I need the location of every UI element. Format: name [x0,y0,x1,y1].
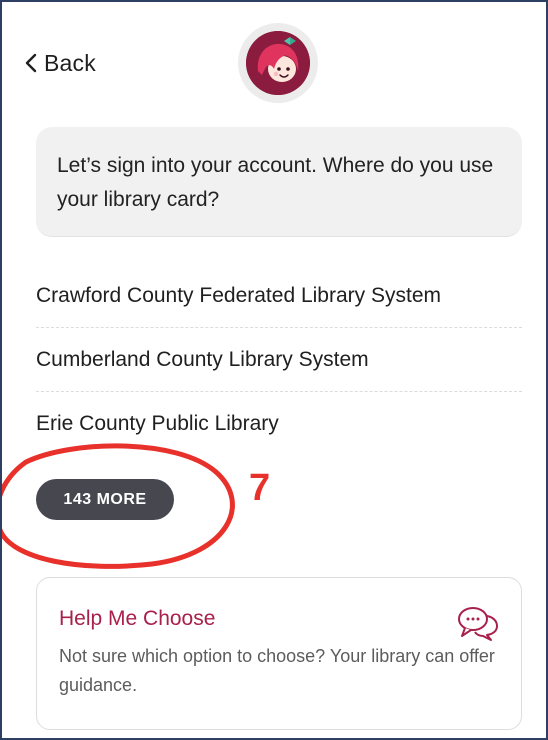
chevron-left-icon [25,53,37,73]
chat-bubbles-icon [458,607,498,641]
back-label: Back [44,49,96,76]
libby-avatar-icon [246,31,310,95]
library-list: Crawford County Federated Library System… [36,264,522,455]
help-me-choose-card[interactable]: Help Me Choose Not sure which option to … [36,577,522,730]
more-libraries-button[interactable]: 143 MORE [36,479,174,520]
assistant-message-bubble: Let’s sign into your account. Where do y… [36,127,522,237]
annotation-number: 7 [249,467,271,509]
library-item[interactable]: Erie County Public Library [36,392,522,455]
library-item[interactable]: Cumberland County Library System [36,328,522,392]
app-screen: Back Let’s sign into your account. Where… [0,0,548,740]
avatar [238,23,318,103]
help-card-title: Help Me Choose [59,607,216,630]
back-button[interactable]: Back [24,48,96,78]
help-card-description: Not sure which option to choose? Your li… [59,646,495,695]
library-item[interactable]: Crawford County Federated Library System [36,264,522,328]
